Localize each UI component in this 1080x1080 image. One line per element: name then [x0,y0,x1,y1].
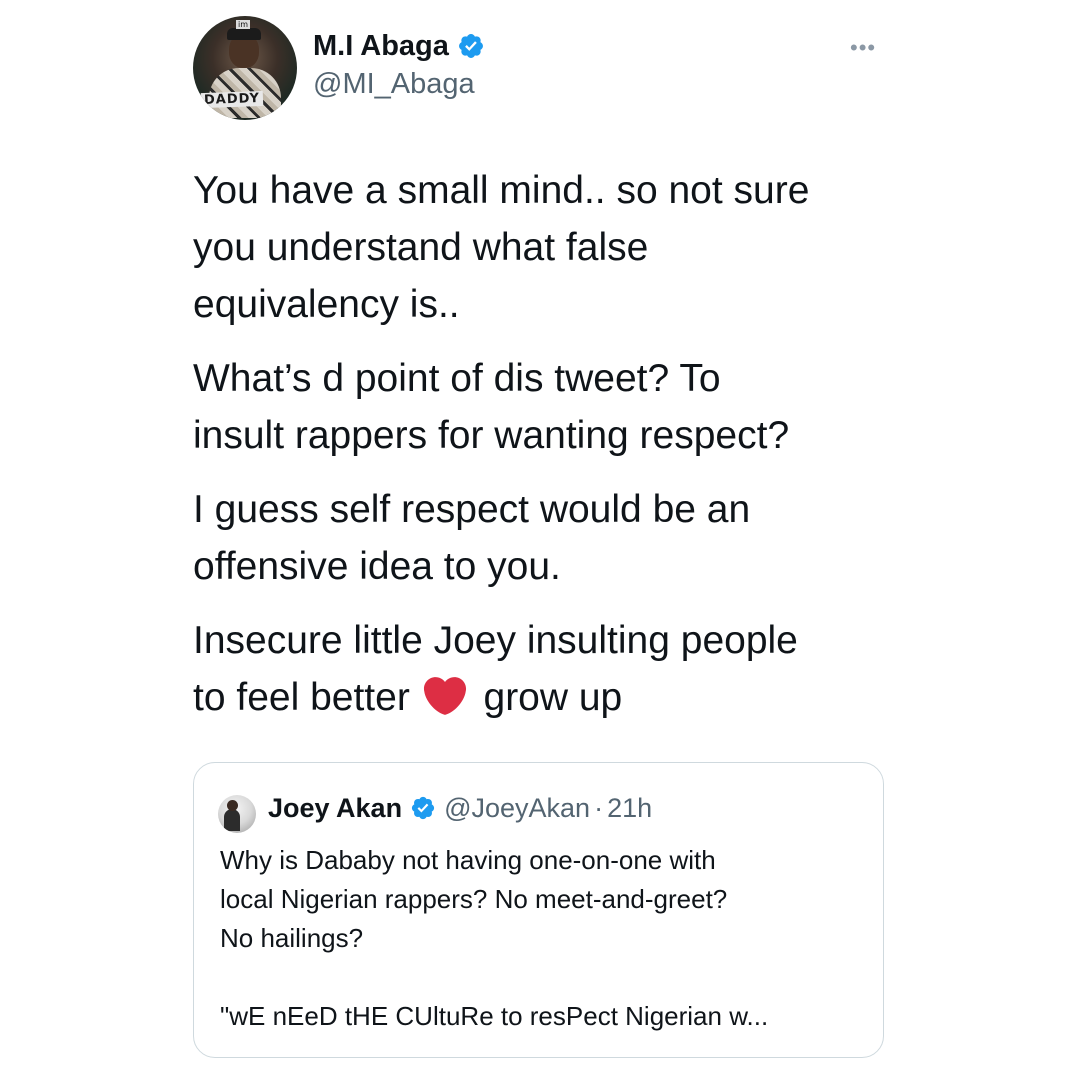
quoted-tweet-header: Joey Akan @JoeyAkan · 21h [268,791,652,825]
quoted-text-line: local Nigerian rappers? No meet-and-gree… [220,884,728,914]
quoted-tweet-time: 21h [607,793,653,823]
quoted-author-name: Joey Akan [268,793,403,823]
more-options-icon[interactable]: ••• [850,37,876,59]
author-avatar[interactable]: im DADDY [193,16,297,120]
quoted-tweet-card[interactable]: Joey Akan @JoeyAkan · 21h Why is Dababy … [193,762,884,1058]
quoted-avatar-head [227,800,238,811]
avatar-hat [227,28,261,40]
tweet-paragraph: I guess self respect would be an offensi… [193,488,751,588]
verified-badge-icon [411,796,435,820]
verified-badge-icon [458,34,483,58]
quoted-author-handle: @JoeyAkan [444,793,591,823]
avatar-mark: im [236,20,251,29]
author-display-name[interactable]: M.I Abaga [313,28,449,64]
tweet-paragraph-last: Insecure little Joey insulting people to … [193,612,893,726]
avatar-badge-text: DADDY [200,90,264,109]
tweet-paragraph: You have a small mind.. so not sure you … [193,169,810,326]
red-heart-emoji-icon [423,677,466,715]
quoted-text-line: "wE nEeD tHE CUltuRe to resPect Nigerian… [220,1001,769,1031]
separator-dot: · [594,793,604,823]
author-handle[interactable]: @MI_Abaga [313,66,475,102]
quoted-author-avatar [218,795,256,833]
quoted-tweet-text: Why is Dababy not having one-on-one with… [220,841,860,1036]
author-name-row[interactable]: M.I Abaga [313,28,485,64]
quoted-avatar-body [224,809,240,831]
quoted-text-line: No hailings? [220,923,364,953]
tweet-last-line-2-before: to feel better [193,676,410,719]
tweet-text: You have a small mind.. so not sure you … [193,162,893,743]
tweet-last-line-1: Insecure little Joey insulting people [193,619,798,662]
tweet-paragraph: What’s d point of dis tweet? To insult r… [193,357,790,457]
tweet-last-line-2-after: grow up [483,676,623,719]
quoted-text-line: Why is Dababy not having one-on-one with [220,845,716,875]
